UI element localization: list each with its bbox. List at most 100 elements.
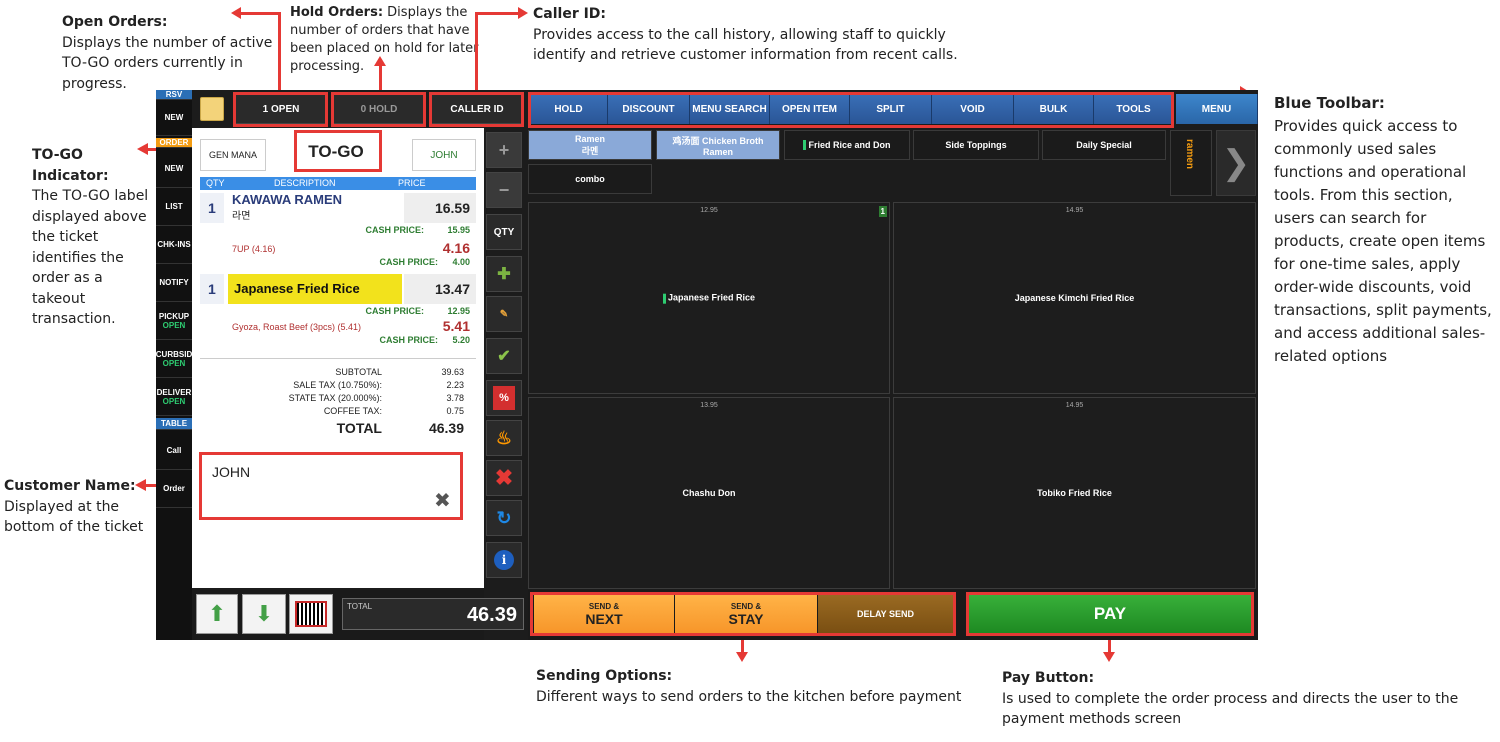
qty-button[interactable]: QTY [486, 214, 522, 250]
arrow-up-icon[interactable]: ⬆ [196, 594, 238, 634]
cash-label: CASH PRICE: [365, 306, 424, 316]
nav-table[interactable]: TABLE [156, 418, 192, 430]
server-tab[interactable]: GEN MANA [200, 139, 266, 171]
tile-chashu-don[interactable]: 13.95 Chashu Don [528, 397, 890, 589]
subtotal-label: SUBTOTAL [335, 367, 382, 377]
toolbar-hold-button[interactable]: HOLD [530, 94, 608, 124]
caller-id-button[interactable]: CALLER ID [430, 94, 524, 124]
annotation-togo: TO-GO Indicator: The TO-GO label displaye… [32, 147, 149, 327]
nav-call[interactable]: Call [156, 432, 192, 470]
menu-button[interactable]: MENU [1176, 94, 1258, 124]
nav-rsv[interactable]: RSV [156, 90, 192, 100]
coffee-tax-label: COFFEE TAX: [323, 406, 382, 416]
footer-total-box: TOTAL 46.39 [342, 598, 524, 630]
ticket-line-1[interactable]: 1 KAWAWA RAMEN 라면 16.59 CASH PRICE: 15.9… [200, 191, 476, 241]
plus-icon[interactable]: + [486, 132, 522, 168]
order-ticket: GEN MANA TO-GO JOHN QTY DESCRIPTION PRIC… [192, 128, 484, 588]
nav-notify[interactable]: NOTIFY [156, 264, 192, 302]
ticket-modifier-1[interactable]: 7UP (4.16) 4.16 CASH PRICE: 4.00 [200, 240, 476, 272]
refresh-icon[interactable]: ↻ [486, 500, 522, 536]
toolbar-split-button[interactable]: SPLIT [850, 94, 932, 124]
category-fried-rice-don[interactable]: Fried Rice and Don [784, 130, 910, 160]
subtotal-value: 39.63 [441, 367, 464, 377]
arrow-down-icon[interactable]: ⬇ [242, 594, 286, 634]
next-page-icon[interactable]: ❯ [1216, 130, 1256, 196]
customer-tab[interactable]: JOHN [412, 139, 476, 171]
cash-label: CASH PRICE: [379, 335, 438, 345]
annotation-pay: Pay Button: Is used to complete the order… [1002, 670, 1459, 727]
send-stay-button[interactable]: SEND & STAY [675, 595, 817, 633]
minus-icon[interactable]: − [486, 172, 522, 208]
nav-new-rsv[interactable]: NEW [156, 100, 192, 136]
cash-price: 5.20 [452, 335, 470, 345]
ticket-column-header: QTY DESCRIPTION PRICE [200, 177, 476, 190]
item-subname: 라면 [232, 211, 251, 222]
annotation-blue-toolbar: Blue Toolbar: Provides quick access to co… [1274, 94, 1492, 365]
footer-total-label: TOTAL [347, 602, 373, 611]
tile-tobiko-fried-rice[interactable]: 14.95 Tobiko Fried Rice [893, 397, 1256, 589]
note-icon[interactable] [200, 97, 224, 121]
percent-off-icon[interactable]: % [486, 380, 522, 416]
annotation-caller-id: Caller ID: Provides access to the call hi… [533, 6, 958, 63]
nav-order[interactable]: ORDER [156, 138, 192, 148]
send-next-button[interactable]: SEND & NEXT [534, 595, 674, 633]
item-price: 16.59 [434, 200, 470, 216]
delete-icon[interactable]: ✖ [486, 460, 522, 496]
annotation-sending: Sending Options: Different ways to send o… [536, 668, 962, 705]
delay-send-button[interactable]: DELAY SEND [818, 595, 953, 633]
annotation-open-orders: Open Orders: Displays the number of activ… [62, 14, 273, 92]
open-orders-button[interactable]: 1 OPEN [234, 94, 328, 124]
toolbar-tools-button[interactable]: TOOLS [1094, 94, 1174, 124]
modifier-price: 4.16 [442, 240, 470, 256]
annotation-customer-name: Customer Name: Displayed at the bottom of… [4, 478, 144, 535]
total-label: TOTAL [336, 420, 382, 436]
pay-button[interactable]: PAY [969, 595, 1251, 633]
cash-price: 15.95 [447, 225, 470, 235]
nav-chk-ins[interactable]: CHK-INS [156, 226, 192, 264]
info-icon[interactable]: i [486, 542, 522, 578]
memo-icon[interactable]: ✎ [486, 296, 522, 332]
barcode-icon[interactable] [289, 594, 333, 634]
gift-icon[interactable]: ✚ [486, 256, 522, 292]
line-qty: 1 [208, 281, 216, 297]
fire-icon[interactable]: ♨ [486, 420, 522, 456]
count-badge: 1 [878, 206, 887, 217]
toolbar-discount-button[interactable]: DISCOUNT [608, 94, 690, 124]
nav-curbside[interactable]: CURBSID OPEN [156, 340, 192, 378]
nav-new-order[interactable]: NEW [156, 150, 192, 188]
tile-japanese-kimchi-fried-rice[interactable]: 14.95 Japanese Kimchi Fried Rice [893, 202, 1256, 394]
cash-label: CASH PRICE: [379, 257, 438, 267]
category-side-toppings[interactable]: Side Toppings [913, 130, 1039, 160]
divider [200, 358, 476, 359]
col-price: PRICE [398, 178, 426, 188]
nav-deliver[interactable]: DELIVER OPEN [156, 378, 192, 416]
category-chicken-broth-ramen[interactable]: 鸡汤面 Chicken Broth Ramen [656, 130, 780, 160]
category-ramen[interactable]: Ramen 라멘 [528, 130, 652, 160]
nav-list[interactable]: LIST [156, 188, 192, 226]
toolbar-bulk-button[interactable]: BULK [1014, 94, 1094, 124]
item-name: Japanese Fried Rice [234, 281, 360, 296]
col-description: DESCRIPTION [274, 178, 336, 188]
left-nav: RSV NEW ORDER NEW LIST CHK-INS NOTIFY PI… [156, 90, 192, 640]
nav-order-list[interactable]: Order [156, 470, 192, 508]
tile-japanese-fried-rice[interactable]: 12.95 1 Japanese Fried Rice [528, 202, 890, 394]
toolbar-menu-search-button[interactable]: MENU SEARCH [690, 94, 770, 124]
modifier-name: 7UP (4.16) [232, 244, 276, 254]
ramen-tab[interactable]: ramen [1170, 130, 1212, 196]
nav-pickup[interactable]: PICKUP OPEN [156, 302, 192, 340]
modifier-price: 5.41 [442, 318, 470, 334]
cash-label: CASH PRICE: [365, 225, 424, 235]
menu-check-icon[interactable]: ✔ [486, 338, 522, 374]
toolbar-void-button[interactable]: VOID [932, 94, 1014, 124]
ticket-line-2[interactable]: 1 Japanese Fried Rice 13.47 CASH PRICE: … [200, 274, 476, 316]
col-qty: QTY [206, 178, 225, 188]
state-tax-value: 3.78 [446, 393, 464, 403]
hold-orders-button[interactable]: 0 HOLD [332, 94, 426, 124]
clear-icon[interactable]: ✖ [434, 488, 451, 513]
ticket-modifier-2[interactable]: Gyoza, Roast Beef (3pcs) (5.41) 5.41 CAS… [200, 318, 476, 350]
toolbar-open-item-button[interactable]: OPEN ITEM [770, 94, 850, 124]
item-name: KAWAWA RAMEN [232, 192, 343, 207]
customer-name-box[interactable]: JOHN ✖ [200, 456, 460, 520]
category-combo[interactable]: combo [528, 164, 652, 194]
category-daily-special[interactable]: Daily Special [1042, 130, 1166, 160]
